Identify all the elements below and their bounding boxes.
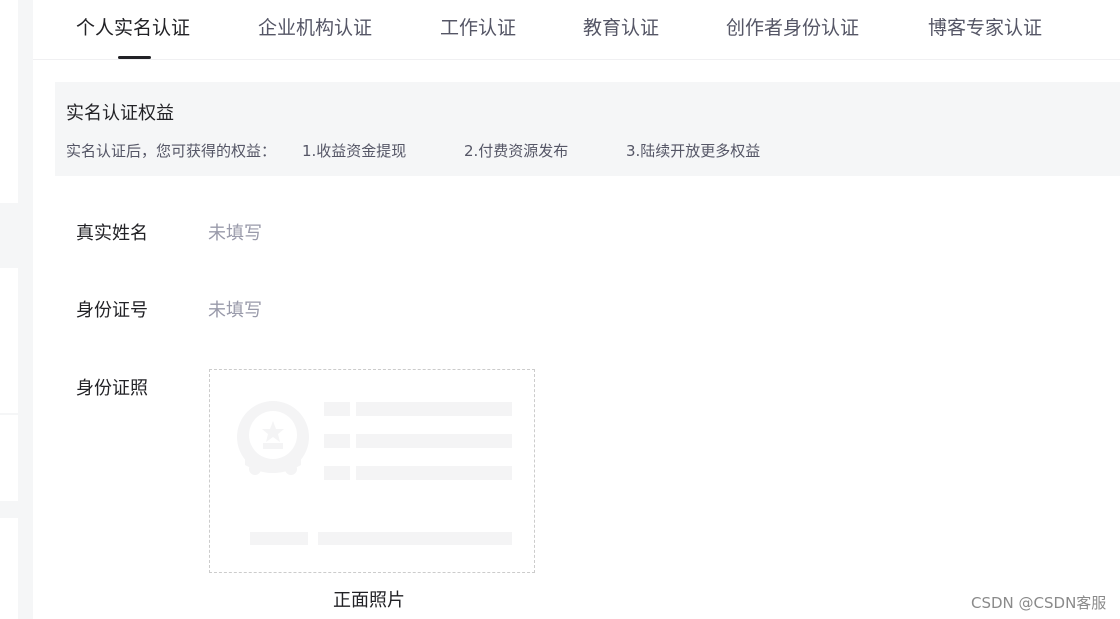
tab-enterprise-verification[interactable]: 企业机构认证 [258,14,372,42]
real-name-label: 真实姓名 [76,223,148,244]
front-photo-caption: 正面照片 [333,590,405,611]
sidebar-segment [0,268,18,413]
benefits-panel: 实名认证权益 实名认证后，您可获得的权益： 1.收益资金提现 2.付费资源发布 … [55,82,1120,176]
sidebar-segment [0,518,18,619]
sidebar-segment [0,0,18,203]
left-sidebar [0,0,33,619]
main-content: 个人实名认证 企业机构认证 工作认证 教育认证 创作者身份认证 博客专家认证 实… [33,0,1120,619]
watermark: CSDN @CSDN客服 [971,594,1107,612]
benefits-title: 实名认证权益 [66,103,174,124]
placeholder-bar [324,434,350,448]
tab-education-verification[interactable]: 教育认证 [583,14,659,42]
tab-blog-expert-verification[interactable]: 博客专家认证 [928,14,1042,42]
benefits-description: 实名认证后，您可获得的权益： [66,142,277,160]
national-emblem-icon [237,401,309,475]
placeholder-bar [250,532,308,545]
id-number-value: 未填写 [208,300,262,321]
placeholder-bar [318,532,512,545]
placeholder-bar [356,466,512,480]
sidebar-segment [0,415,18,501]
id-number-label: 身份证号 [76,300,148,321]
id-photo-front-upload[interactable] [209,369,535,573]
tab-personal-verification[interactable]: 个人实名认证 [76,14,190,42]
benefit-item: 1.收益资金提现 [302,142,407,160]
tab-work-verification[interactable]: 工作认证 [440,14,516,42]
real-name-value: 未填写 [208,223,262,244]
placeholder-bar [324,466,350,480]
placeholder-bar [356,402,512,416]
active-tab-indicator [118,56,151,59]
placeholder-bar [324,402,350,416]
id-photo-label: 身份证照 [76,378,148,399]
benefit-item: 2.付费资源发布 [464,142,569,160]
tab-creator-verification[interactable]: 创作者身份认证 [726,14,859,42]
placeholder-bar [356,434,512,448]
certification-tabs: 个人实名认证 企业机构认证 工作认证 教育认证 创作者身份认证 博客专家认证 [33,0,1120,60]
benefit-item: 3.陆续开放更多权益 [626,142,761,160]
